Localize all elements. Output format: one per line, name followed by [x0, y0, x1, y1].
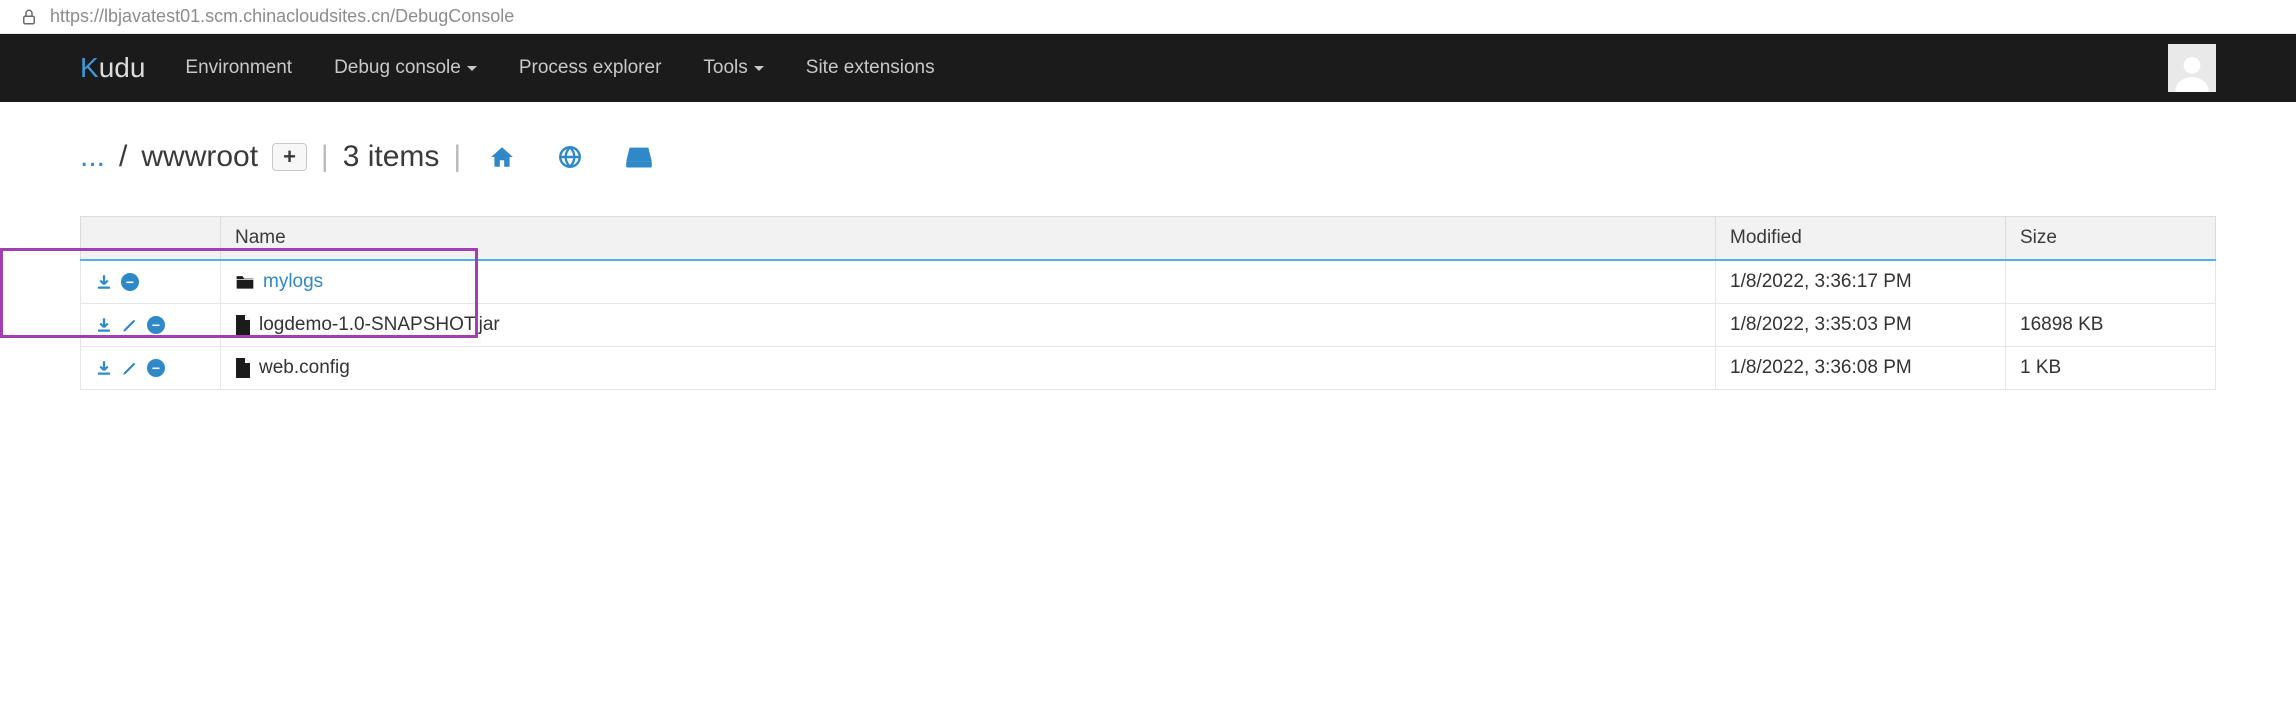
- nav-site-extensions-label: Site extensions: [806, 57, 935, 79]
- cell-actions: −: [81, 304, 221, 347]
- chevron-down-icon: [467, 66, 477, 71]
- nav-tools-label: Tools: [703, 57, 747, 79]
- nav-debug-console[interactable]: Debug console: [334, 57, 477, 79]
- avatar[interactable]: [2168, 44, 2216, 92]
- download-icon[interactable]: [95, 359, 113, 377]
- chevron-down-icon: [754, 66, 764, 71]
- table-row: − logdemo-1.0-SNAPSHOT.jar 1/8/2022, 3:3…: [81, 304, 2216, 347]
- col-size-header: Size: [2006, 217, 2216, 261]
- edit-icon[interactable]: [121, 359, 139, 377]
- url-text[interactable]: https://lbjavatest01.scm.chinacloudsites…: [50, 6, 514, 27]
- cell-size: 16898 KB: [2006, 304, 2216, 347]
- cell-actions: −: [81, 260, 221, 304]
- folder-icon: [235, 273, 255, 291]
- brand-rest: udu: [99, 52, 146, 83]
- toolbar-icons: [489, 144, 653, 170]
- item-count: 3 items: [343, 140, 440, 174]
- nav-tools[interactable]: Tools: [703, 57, 763, 79]
- add-button[interactable]: +: [272, 143, 307, 171]
- file-icon: [235, 358, 251, 378]
- file-name-link[interactable]: mylogs: [263, 271, 323, 293]
- col-modified-header: Modified: [1716, 217, 2006, 261]
- cell-modified: 1/8/2022, 3:35:03 PM: [1716, 304, 2006, 347]
- nav-process-explorer-label: Process explorer: [519, 57, 662, 79]
- col-name-header: Name: [221, 217, 1716, 261]
- cell-name: web.config: [221, 347, 1716, 390]
- nav-debug-console-label: Debug console: [334, 57, 461, 79]
- cell-size: 1 KB: [2006, 347, 2216, 390]
- breadcrumb-current: wwwroot: [141, 140, 258, 174]
- home-icon[interactable]: [489, 144, 515, 170]
- table-row: − mylogs 1/8/2022, 3:36:17 PM: [81, 260, 2216, 304]
- file-name: logdemo-1.0-SNAPSHOT.jar: [259, 314, 500, 336]
- download-icon[interactable]: [95, 273, 113, 291]
- file-icon: [235, 315, 251, 335]
- cell-name: mylogs: [221, 260, 1716, 304]
- cell-modified: 1/8/2022, 3:36:08 PM: [1716, 347, 2006, 390]
- download-icon[interactable]: [95, 316, 113, 334]
- nav-site-extensions[interactable]: Site extensions: [806, 57, 935, 79]
- delete-icon[interactable]: −: [147, 359, 165, 377]
- edit-icon[interactable]: [121, 316, 139, 334]
- cell-size: [2006, 260, 2216, 304]
- nav-environment-label: Environment: [185, 57, 292, 79]
- breadcrumb-ellipsis[interactable]: ...: [80, 140, 105, 174]
- file-name: web.config: [259, 357, 350, 379]
- file-table: Name Modified Size − mylogs: [80, 216, 2216, 390]
- cell-actions: −: [81, 347, 221, 390]
- table-header-row: Name Modified Size: [81, 217, 2216, 261]
- nav-process-explorer[interactable]: Process explorer: [519, 57, 662, 79]
- brand-logo[interactable]: Kudu: [80, 52, 145, 84]
- delete-icon[interactable]: −: [147, 316, 165, 334]
- globe-icon[interactable]: [557, 144, 583, 170]
- content: ... / wwwroot + | 3 items | Name Modifie…: [0, 102, 2296, 428]
- lock-icon: [20, 8, 38, 26]
- brand-k: K: [80, 52, 99, 83]
- cell-modified: 1/8/2022, 3:36:17 PM: [1716, 260, 2006, 304]
- navbar: Kudu Environment Debug console Process e…: [0, 34, 2296, 102]
- col-actions-header: [81, 217, 221, 261]
- cell-name: logdemo-1.0-SNAPSHOT.jar: [221, 304, 1716, 347]
- delete-icon[interactable]: −: [121, 273, 139, 291]
- breadcrumb-sep: /: [119, 140, 127, 174]
- nav-environment[interactable]: Environment: [185, 57, 292, 79]
- browser-address-bar: https://lbjavatest01.scm.chinacloudsites…: [0, 0, 2296, 34]
- divider: |: [453, 140, 461, 174]
- table-row: − web.config 1/8/2022, 3:36:08 PM 1 KB: [81, 347, 2216, 390]
- nav-links: Environment Debug console Process explor…: [185, 57, 2168, 79]
- breadcrumb-row: ... / wwwroot + | 3 items |: [80, 140, 2216, 174]
- disk-icon[interactable]: [625, 144, 653, 170]
- divider: |: [321, 140, 329, 174]
